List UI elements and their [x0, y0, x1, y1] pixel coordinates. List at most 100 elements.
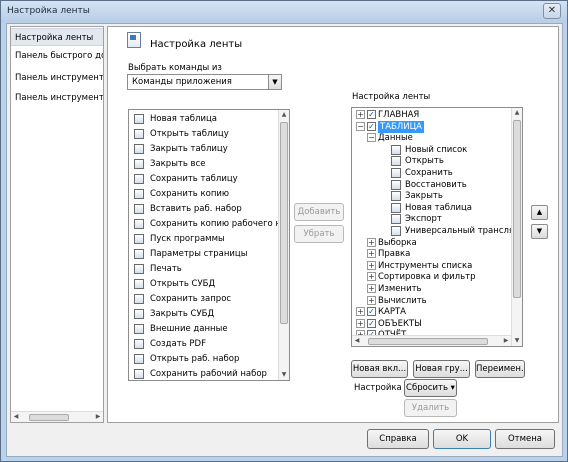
- tree-hscroll-thumb[interactable]: [368, 338, 488, 345]
- nav-hscrollbar[interactable]: ◀ ▶: [11, 411, 103, 422]
- tree-node[interactable]: Новая таблица: [355, 202, 510, 214]
- command-icon: [391, 202, 401, 213]
- help-button[interactable]: Справка: [367, 429, 429, 449]
- commands-vscrollbar[interactable]: ▲ ▼: [278, 110, 289, 380]
- commands-source-combo[interactable]: Команды приложения ▼: [127, 74, 282, 90]
- command-icon: [134, 189, 144, 199]
- rename-button[interactable]: Переимен...: [475, 360, 525, 378]
- command-label: Параметры страницы: [150, 249, 248, 259]
- command-icon: [134, 294, 144, 304]
- tree-node[interactable]: + Выборка: [355, 237, 510, 249]
- expand-icon[interactable]: +: [367, 295, 376, 305]
- expand-icon[interactable]: +: [367, 272, 376, 282]
- expand-icon[interactable]: +: [367, 260, 376, 270]
- tree-node[interactable]: − ✓ ТАБЛИЦА: [355, 120, 510, 133]
- tree-node[interactable]: + ✓ КАРТА: [355, 306, 510, 318]
- nav-item-toolbars-1[interactable]: Панель инструментов: [11, 69, 103, 87]
- scroll-left-icon[interactable]: ◀: [11, 412, 21, 422]
- scroll-left-icon[interactable]: ◀: [352, 336, 362, 346]
- panel-title: Настройка ленты: [150, 39, 243, 50]
- command-label: Закрыть все: [150, 159, 206, 169]
- command-icon: [134, 369, 144, 379]
- tree-node[interactable]: + Сортировка и фильтр: [355, 271, 510, 283]
- scroll-down-icon[interactable]: ▼: [512, 336, 522, 346]
- command-label: Сохранить запрос: [150, 294, 232, 304]
- scroll-up-icon[interactable]: ▲: [512, 108, 522, 118]
- expand-icon[interactable]: +: [356, 318, 365, 328]
- new-tab-button[interactable]: Новая вкл...: [351, 360, 408, 378]
- tree-node[interactable]: Сохранить: [355, 167, 510, 179]
- tree-node-label: ГЛАВНАЯ: [378, 110, 420, 120]
- tree-node[interactable]: Восстановить: [355, 179, 510, 191]
- new-group-button[interactable]: Новая гру...: [413, 360, 470, 378]
- tree-node[interactable]: Универсальный транслято: [355, 225, 522, 237]
- tree-node-label: Сохранить: [405, 168, 453, 178]
- command-label: Закрыть СУБД: [150, 309, 215, 319]
- chevron-down-icon[interactable]: ▼: [268, 75, 281, 89]
- command-icon: [134, 279, 144, 289]
- collapse-icon[interactable]: −: [367, 133, 376, 143]
- command-label: Печать: [150, 264, 182, 274]
- tree-node[interactable]: + ✓ ГЛАВНАЯ: [355, 109, 510, 121]
- command-label: Новая таблица: [150, 114, 217, 124]
- tree-node-label: Инструменты списка: [378, 260, 473, 271]
- dialog-window: Настройка ленты ✕ Настройка ленты Панель…: [0, 0, 568, 462]
- tree-vscrollbar[interactable]: ▲ ▼: [511, 108, 522, 346]
- tree-node[interactable]: + Правка: [355, 248, 510, 260]
- command-label: Пуск программы: [150, 234, 225, 244]
- tree-node[interactable]: + Изменить: [355, 283, 510, 295]
- tree-node[interactable]: Экспорт: [355, 213, 510, 225]
- title-bar[interactable]: Настройка ленты ✕: [1, 1, 567, 23]
- expand-icon[interactable]: +: [367, 249, 376, 259]
- expand-icon[interactable]: +: [367, 237, 376, 247]
- commands-list[interactable]: Новая таблица Открыть таблицу Закрыть табл…: [128, 109, 290, 381]
- ok-button[interactable]: OK: [433, 429, 491, 449]
- tree-node[interactable]: Открыть: [355, 155, 510, 167]
- move-down-button[interactable]: ▼: [531, 224, 548, 239]
- remove-button[interactable]: Убрать: [294, 225, 344, 243]
- cancel-button[interactable]: Отмена: [495, 429, 555, 449]
- close-button[interactable]: ✕: [543, 3, 561, 19]
- tree-vscroll-thumb[interactable]: [513, 120, 521, 298]
- command-icon: [134, 339, 144, 349]
- tree-node[interactable]: Закрыть: [355, 190, 510, 202]
- delete-button[interactable]: Удалить: [404, 399, 457, 417]
- command-icon: [134, 309, 144, 319]
- scroll-right-icon[interactable]: ▶: [93, 412, 103, 422]
- tree-node[interactable]: + ✓ ОБЪЕКТЫ: [355, 318, 510, 330]
- reset-dropdown-button[interactable]: Сбросить ▾: [404, 379, 457, 397]
- command-icon: [391, 179, 401, 190]
- nav-item-ribbon[interactable]: Настройка ленты: [11, 28, 103, 46]
- tree-node[interactable]: Новый список: [355, 144, 510, 156]
- command-icon: [134, 234, 144, 244]
- move-up-button[interactable]: ▲: [531, 205, 548, 220]
- tree-hscrollbar[interactable]: ◀ ▶: [352, 335, 511, 346]
- dialog-client: Настройка ленты Панель быстрого дост Пан…: [6, 23, 563, 457]
- nav-hscroll-thumb[interactable]: [29, 414, 69, 421]
- scroll-right-icon[interactable]: ▶: [501, 336, 511, 346]
- tree-node-label: Открыть: [405, 156, 444, 167]
- tree-node-label: Данные: [378, 133, 413, 144]
- tree-node[interactable]: − Данные: [355, 132, 510, 144]
- commands-vscroll-thumb[interactable]: [280, 122, 288, 324]
- expand-icon[interactable]: +: [356, 110, 365, 119]
- scroll-up-icon[interactable]: ▲: [279, 110, 289, 120]
- tab-checkbox[interactable]: ✓: [367, 110, 376, 119]
- expand-icon[interactable]: +: [356, 307, 365, 317]
- tree-node[interactable]: + Вычислить: [355, 295, 510, 307]
- tab-checkbox[interactable]: ✓: [367, 307, 376, 317]
- expand-icon[interactable]: +: [367, 284, 376, 293]
- tab-checkbox[interactable]: ✓: [367, 318, 376, 328]
- tab-checkbox[interactable]: ✓: [367, 121, 376, 131]
- collapse-icon[interactable]: −: [356, 121, 365, 131]
- nav-item-toolbars-2[interactable]: Панель инструментов: [11, 89, 103, 107]
- ribbon-tree[interactable]: + ✓ ГЛАВНАЯ − ✓ ТАБЛИЦА − Данные Новый список Отк…: [351, 107, 523, 347]
- command-icon: [391, 191, 401, 202]
- add-button[interactable]: Добавить: [294, 203, 344, 221]
- nav-item-quick-access[interactable]: Панель быстрого дост: [11, 47, 103, 65]
- combo-value: Команды приложения: [132, 77, 232, 87]
- command-label: Открыть СУБД: [150, 279, 216, 289]
- tree-node-label: ОБЪЕКТЫ: [378, 318, 422, 329]
- scroll-down-icon[interactable]: ▼: [279, 370, 289, 380]
- tree-node[interactable]: + Инструменты списка: [355, 260, 510, 272]
